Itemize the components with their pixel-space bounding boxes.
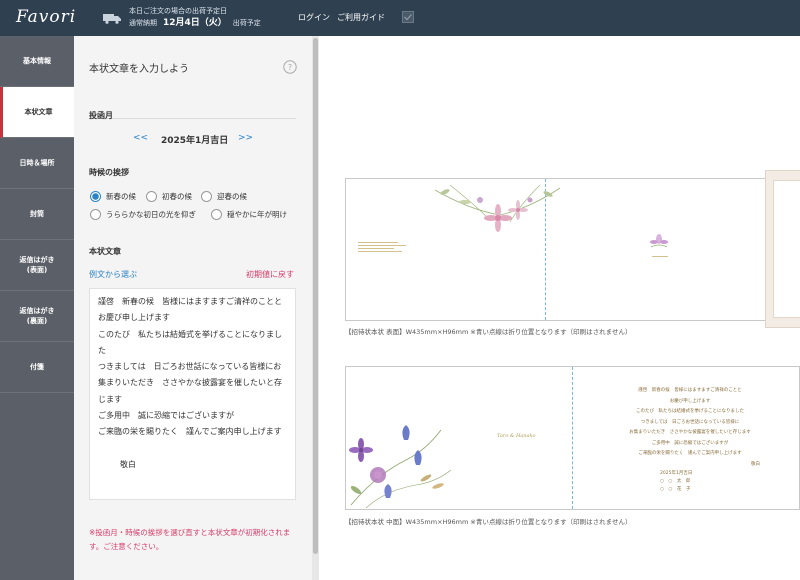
radio-icon[interactable]	[146, 191, 157, 202]
divider	[89, 118, 296, 119]
fold-line	[572, 367, 573, 509]
sidebar-item-basic-info[interactable]: 基本情報	[0, 36, 74, 87]
letter-preview: 謹啓 新春の候 皆様にはますますご清祥のことと お慶び申し上げます このたび 私…	[600, 386, 780, 470]
warning-text: ※投函月・時候の挨拶を選び直すと本状文章が初期化されます。ご注意ください。	[89, 528, 291, 551]
greeting-option-label: 初春の候	[162, 192, 192, 201]
month-label: 投函月	[89, 111, 113, 120]
svg-text:?: ?	[288, 63, 292, 72]
shipping-info-line1: 本日ご注文の場合の出荷予定日	[129, 7, 227, 15]
letter-line: ご多用中 誠に恐縮ではございますが	[651, 440, 729, 446]
letter-signature: 2025年1月吉日 ○ ○ 太 郎 ○ ○ 花 子	[660, 470, 720, 494]
truck-icon	[103, 14, 121, 24]
front-name-placeholder	[652, 256, 668, 257]
letter-date: 2025年1月吉日	[660, 471, 693, 476]
greeting-option-4[interactable]: うららかな初日の光を仰ぎ	[90, 209, 196, 220]
form-panel: 本状文章を入力しよう 投函月 << 2025年1月吉日 >> 時候の挨拶 新春の…	[74, 36, 312, 580]
letter-closing: 敬白	[751, 461, 760, 467]
couple-names: Taro & Hanako	[497, 433, 536, 439]
letter-line: つきましては 日ごろお世話になっている皆様に	[640, 419, 740, 425]
question-circle-icon[interactable]: ?	[283, 60, 297, 74]
greeting-option-2[interactable]: 初春の候	[146, 191, 192, 202]
body-closing: 敬白	[120, 459, 136, 469]
front-text-placeholder	[358, 240, 428, 254]
letter-line: ご来臨の栄を賜りたく 謹んでご案内申し上げます	[638, 451, 742, 456]
body-label: 本状文章	[89, 247, 121, 256]
letter-line: このたび 私たちは結婚式を挙げることになりました	[636, 409, 744, 414]
small-flower-icon	[650, 234, 668, 248]
shipping-suffix: 出荷予定	[232, 19, 261, 27]
radio-icon[interactable]	[201, 191, 212, 202]
inner-caption: 【招待状本状 中面】W435mm×H96mm ※青い点線は折り位置となります（印…	[345, 518, 632, 526]
flower-illustration-front	[434, 184, 561, 232]
letter-sign-1: ○ ○ 太 郎	[660, 479, 691, 484]
reset-link[interactable]: 初期値に戻す	[246, 269, 294, 280]
greeting-option-3[interactable]: 迎春の候	[201, 191, 247, 202]
greeting-option-label: うららかな初日の光を仰ぎ	[106, 210, 196, 219]
greeting-option-label: 迎春の候	[217, 192, 247, 201]
sidebar-item-envelope[interactable]: 封筒	[0, 189, 74, 240]
checkbox-icon[interactable]	[402, 11, 414, 23]
form-scrollbar-thumb[interactable]	[313, 38, 318, 554]
body-textarea[interactable]: 謹啓 新春の候 皆様にはますますご清祥のこととお慶び申し上げます このたび 私た…	[89, 288, 296, 500]
greeting-option-label: 新春の候	[106, 192, 136, 201]
card-envelope-inner	[773, 180, 800, 318]
sidebar-item-sticky-note[interactable]: 付箋	[0, 342, 74, 393]
radio-icon[interactable]	[211, 209, 222, 220]
month-next-button[interactable]: >>	[238, 133, 253, 143]
letter-sign-2: ○ ○ 花 子	[660, 487, 691, 492]
radio-selected-icon[interactable]	[90, 191, 101, 202]
shipping-label: 通常納期	[129, 19, 157, 27]
shipping-date: 12月4日（火）	[163, 18, 227, 28]
letter-line: お集まりいただき ささやかな披露宴を催したいと存じます	[629, 430, 751, 435]
flower-illustration-inner	[349, 425, 452, 509]
month-prev-button[interactable]: <<	[133, 133, 148, 143]
month-value: 2025年1月吉日	[161, 136, 229, 146]
letter-line: 謹啓 新春の候 皆様にはますますご清祥のことと	[638, 388, 742, 393]
logo[interactable]: Favori	[16, 7, 76, 27]
top-bar: Favori 本日ご注文の場合の出荷予定日 通常納期 12月4日（火） 出荷予定…	[0, 0, 800, 36]
letter-line: お慶び申し上げます	[669, 398, 711, 404]
radio-icon[interactable]	[90, 209, 101, 220]
greeting-option-1[interactable]: 新春の候	[90, 191, 136, 202]
shipping-info: 本日ご注文の場合の出荷予定日 通常納期 12月4日（火） 出荷予定	[129, 5, 261, 29]
step-sidebar: 基本情報 本状文章 日時＆場所 封筒 返信はがき (表面) 返信はがき (裏面)…	[0, 36, 74, 580]
sidebar-item-reply-front[interactable]: 返信はがき (表面)	[0, 240, 74, 291]
sidebar-item-reply-back[interactable]: 返信はがき (裏面)	[0, 291, 74, 342]
greeting-label: 時候の挨拶	[89, 168, 129, 177]
greeting-option-5[interactable]: 穏やかに年が明け	[211, 209, 287, 220]
guide-link[interactable]: ご利用ガイド	[337, 12, 385, 23]
greeting-option-label: 穏やかに年が明け	[227, 210, 287, 219]
body-text: 謹啓 新春の候 皆様にはますますご清祥のこととお慶び申し上げます このたび 私た…	[98, 297, 282, 437]
front-caption: 【招待状本状 表面】W435mm×H96mm ※青い点線は折り位置となります（印…	[345, 328, 632, 336]
example-text-link[interactable]: 例文から選ぶ	[89, 269, 137, 280]
login-link[interactable]: ログイン	[298, 12, 330, 23]
sidebar-item-main-text[interactable]: 本状文章	[0, 87, 74, 138]
form-title: 本状文章を入力しよう	[89, 64, 189, 75]
sidebar-item-date-place[interactable]: 日時＆場所	[0, 138, 74, 189]
